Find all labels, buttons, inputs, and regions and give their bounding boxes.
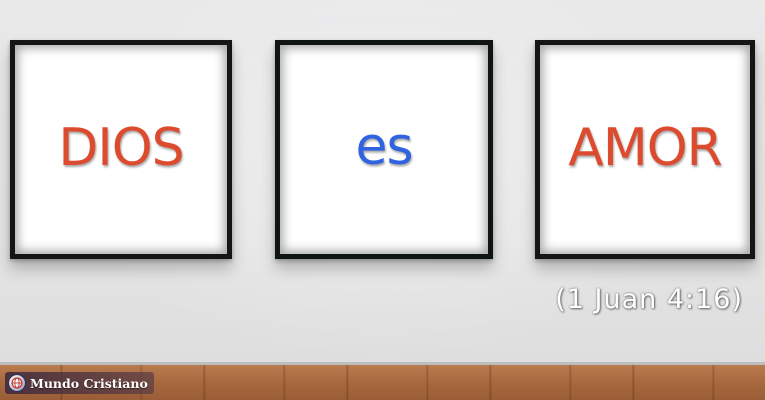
word-dios: DIOS <box>58 117 184 178</box>
word-es: es <box>355 116 413 177</box>
word-amor: AMOR <box>568 117 722 178</box>
verse-reference: (1 Juan 4:16) <box>555 284 743 315</box>
picture-frame-es: es <box>275 40 493 259</box>
picture-frame-amor: AMOR <box>535 40 755 259</box>
picture-frame-dios: DIOS <box>10 40 232 259</box>
gallery-scene: DIOS es AMOR (1 Juan 4:16) Mundo Cristia… <box>0 0 765 400</box>
frame-mat: DIOS <box>15 45 227 254</box>
globe-icon <box>8 374 26 392</box>
logo-text: Mundo Cristiano <box>30 375 148 391</box>
frame-mat: AMOR <box>540 45 750 254</box>
frame-mat: es <box>280 45 488 254</box>
watermark-logo: Mundo Cristiano <box>5 372 154 394</box>
